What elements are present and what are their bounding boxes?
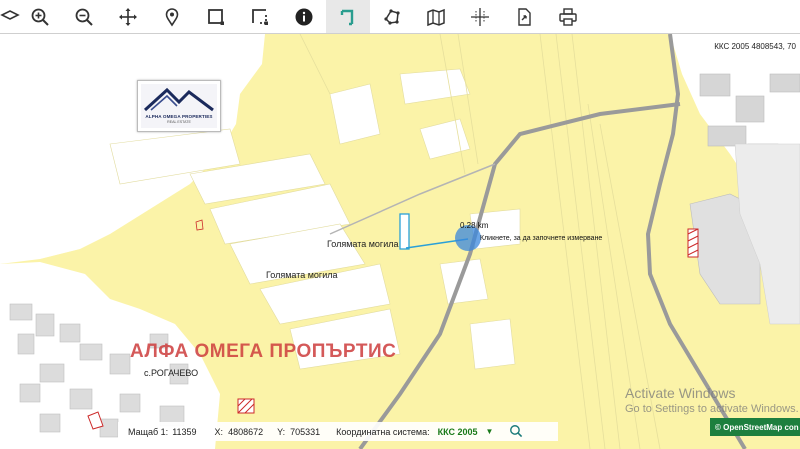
osm-attribution[interactable]: © OpenStreetMap con	[710, 418, 800, 436]
watermark: АЛФА ОМЕГА ПРОПЪРТИС	[130, 341, 397, 362]
status-bar: Мащаб 1: 11359 X: 4808672 Y: 705331 Коор…	[118, 422, 558, 441]
coordinate-system-label: Координатна система:	[336, 426, 430, 437]
zoom-out-button[interactable]	[62, 0, 106, 33]
layers-icon	[0, 9, 20, 20]
x-label: X:	[214, 426, 224, 437]
print-icon	[559, 7, 577, 26]
logo-subtitle: REAL ESTATE	[167, 120, 191, 124]
scale-label: Мащаб 1:	[128, 426, 169, 437]
coordinate-system-select[interactable]: ККС 2005	[438, 427, 478, 437]
locate-button[interactable]	[150, 0, 194, 33]
print-button[interactable]	[546, 0, 590, 33]
logo-name: ALPHA OMEGA PROPERTIES	[145, 114, 213, 119]
select-area-button[interactable]	[194, 0, 238, 33]
search-icon	[510, 424, 523, 437]
pan-button[interactable]	[106, 0, 150, 33]
place-label: Голямата могила	[327, 239, 399, 249]
info-icon	[295, 8, 313, 25]
map-icon	[427, 8, 445, 26]
scale-value: 11359	[172, 426, 197, 437]
measure-hint: Кликнете, за да започнете измерване	[480, 235, 603, 242]
select-box-icon	[208, 8, 224, 25]
activation-notice-title: Activate Windows	[625, 385, 736, 401]
info-button[interactable]	[282, 0, 326, 33]
coordinates-button[interactable]	[458, 0, 502, 33]
mountain-logo-icon	[143, 87, 214, 112]
measure-distance-value: 0.28 km	[460, 221, 489, 230]
measure-distance-icon	[340, 9, 354, 25]
select-box-alt-icon	[252, 8, 268, 25]
polygon-icon	[384, 8, 400, 25]
move-icon	[119, 7, 137, 26]
village-label: с.РОГАЧЕВО	[144, 368, 199, 378]
map-pin-icon	[165, 7, 179, 26]
x-value: 4808672	[228, 426, 264, 437]
place-label: Голямата могила	[266, 270, 338, 280]
zoom-out-icon	[75, 8, 93, 26]
chevron-down-icon[interactable]: ▼	[486, 427, 494, 436]
measure-area-button[interactable]	[370, 0, 414, 33]
select-area-alt-button[interactable]	[238, 0, 282, 33]
zoom-in-icon	[31, 8, 49, 26]
coordinate-readout: ККС 2005 4808543, 70	[714, 42, 796, 51]
measure-distance-button[interactable]	[326, 0, 370, 33]
activation-notice-body: Go to Settings to activate Windows.	[625, 403, 799, 415]
search-coordinates-button[interactable]	[509, 424, 523, 440]
y-label: Y:	[277, 426, 286, 437]
map-canvas[interactable]: ККС 2005 4808543, 70 ALPHA OMEGA PROPERT…	[0, 34, 800, 449]
export-icon	[518, 7, 531, 26]
map-button[interactable]	[414, 0, 458, 33]
zoom-in-button[interactable]	[18, 0, 62, 33]
crosshair-icon	[471, 7, 489, 26]
company-logo: ALPHA OMEGA PROPERTIES REAL ESTATE	[137, 80, 221, 132]
y-value: 705331	[290, 426, 321, 437]
export-button[interactable]	[502, 0, 546, 33]
map-toolbar	[0, 0, 800, 34]
